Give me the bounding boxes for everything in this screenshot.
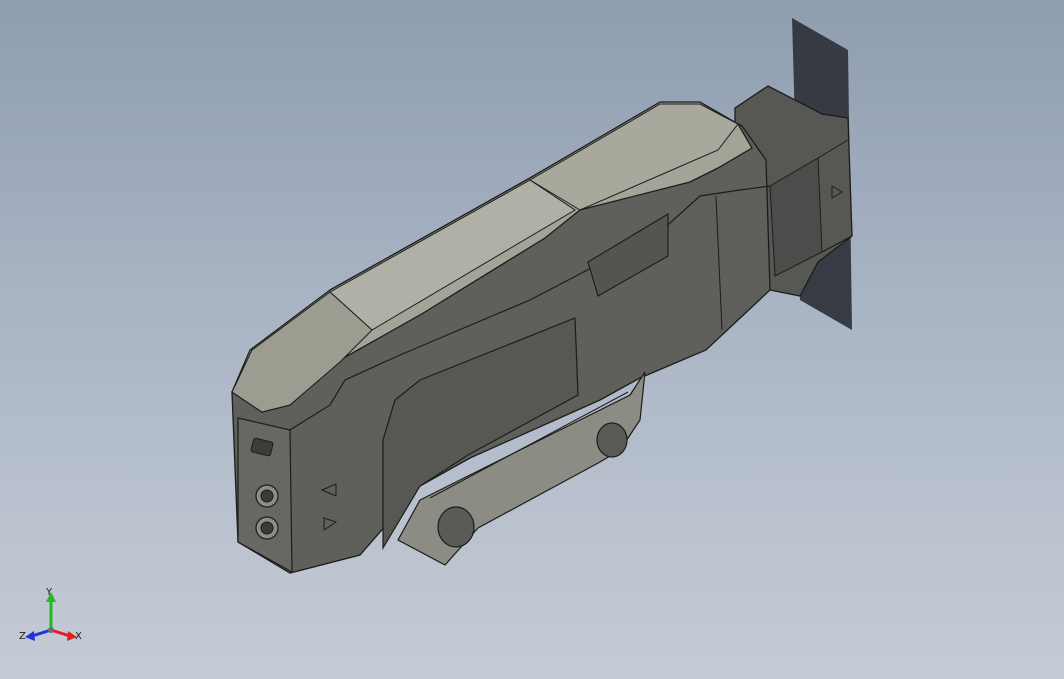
z-axis-label: Z <box>19 631 26 642</box>
axis-triad[interactable]: Y X Z <box>18 586 84 648</box>
bracket-hole-rear <box>596 422 628 458</box>
x-axis-label: X <box>75 631 82 642</box>
bracket-hole-front <box>437 506 475 548</box>
triad-icon: Y X Z <box>19 587 82 642</box>
graphics-viewport[interactable]: Y X Z <box>0 0 1064 679</box>
y-axis-label: Y <box>45 587 53 598</box>
3d-model-view[interactable] <box>0 0 1064 679</box>
